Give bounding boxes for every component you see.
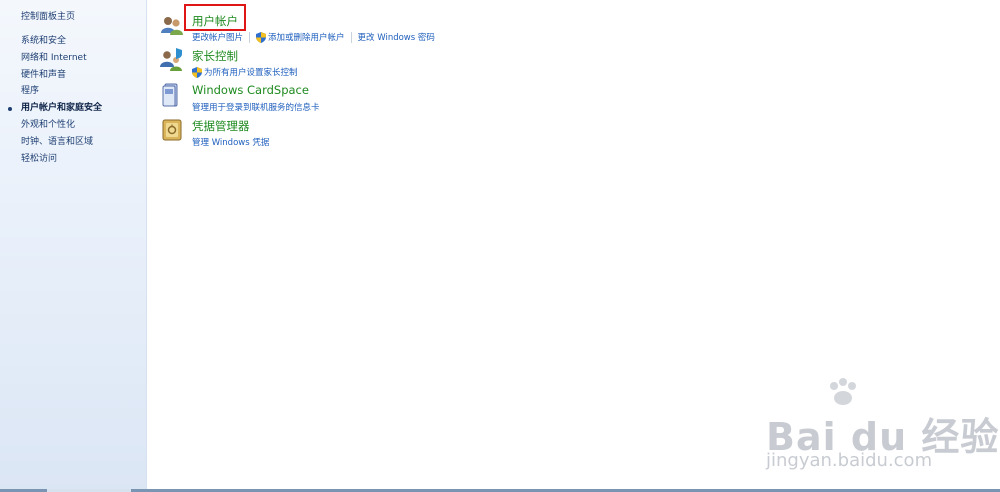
category-links: 更改帐户图片 添加或删除用户帐户 更改 Windows 密码 [192,31,435,43]
sidebar-home-link[interactable]: 控制面板主页 [21,9,75,22]
credential-manager-icon[interactable] [160,118,184,142]
link-separator [350,31,352,43]
baidu-watermark: Bai du 经验 jingyan.baidu.com [766,378,998,478]
link-manage-windows-credentials[interactable]: 管理 Windows 凭据 [192,136,269,148]
link-set-parental-controls[interactable]: 为所有用户设置家长控制 [204,66,298,78]
category-links: 为所有用户设置家长控制 [192,66,298,78]
sidebar-item-appearance[interactable]: 外观和个性化 [21,117,102,134]
category-links: 管理 Windows 凭据 [192,136,269,148]
sidebar-nav: 系统和安全 网络和 Internet 硬件和声音 程序 用户帐户和家庭安全 外观… [7,33,102,168]
sidebar-item-hardware-sound[interactable]: 硬件和声音 [21,67,102,84]
watermark-url: jingyan.baidu.com [766,450,933,471]
category-title-credential-manager[interactable]: 凭据管理器 [192,118,250,134]
user-accounts-icon[interactable] [160,13,184,37]
sidebar-item-clock-language[interactable]: 时钟、语言和区域 [21,134,102,151]
category-title-parental-controls[interactable]: 家长控制 [192,48,238,64]
paw-icon [830,378,856,405]
category-links: 管理用于登录到联机服务的信息卡 [192,101,320,113]
uac-shield-icon [256,31,267,43]
sidebar-item-programs[interactable]: 程序 [21,83,102,100]
sidebar-item-network[interactable]: 网络和 Internet [21,50,102,67]
link-add-remove-accounts[interactable]: 添加或删除用户帐户 [268,31,345,43]
highlight-box [184,4,246,31]
sidebar-item-ease-of-access[interactable]: 轻松访问 [21,151,102,168]
link-change-windows-password[interactable]: 更改 Windows 密码 [358,31,435,43]
parental-controls-icon[interactable] [160,48,184,72]
link-change-account-picture[interactable]: 更改帐户图片 [192,31,243,43]
sidebar: 控制面板主页 系统和安全 网络和 Internet 硬件和声音 程序 用户帐户和… [0,0,147,492]
cardspace-icon[interactable] [160,83,184,107]
link-separator [249,31,251,43]
sidebar-item-system-security[interactable]: 系统和安全 [21,33,102,50]
category-title-cardspace[interactable]: Windows CardSpace [192,83,309,97]
sidebar-item-user-accounts[interactable]: 用户帐户和家庭安全 [7,100,102,117]
uac-shield-icon [192,66,202,78]
link-manage-info-cards[interactable]: 管理用于登录到联机服务的信息卡 [192,101,320,113]
